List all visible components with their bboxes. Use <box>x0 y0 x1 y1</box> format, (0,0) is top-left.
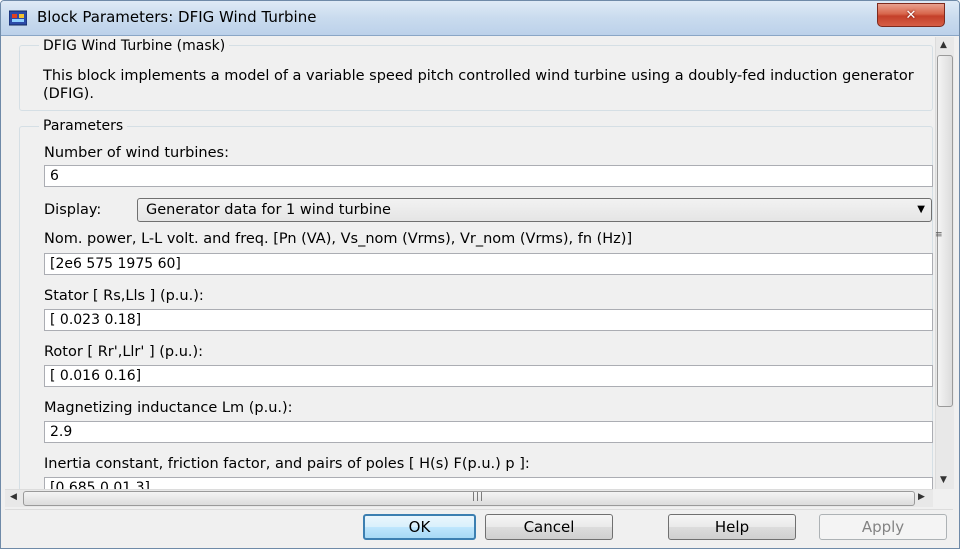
inertia-label: Inertia constant, friction factor, and p… <box>44 456 530 472</box>
grip-icon: ||| <box>472 492 485 502</box>
mask-description: This block implements a model of a varia… <box>43 68 914 102</box>
button-separator <box>5 509 953 510</box>
help-button[interactable]: Help <box>668 514 796 540</box>
display-label: Display: <box>44 202 102 218</box>
rotor-label: Rotor [ Rr',Llr' ] (p.u.): <box>44 344 204 360</box>
stator-label: Stator [ Rs,Lls ] (p.u.): <box>44 288 204 304</box>
title-bar[interactable]: Block Parameters: DFIG Wind Turbine ✕ <box>1 1 959 36</box>
simulink-block-icon <box>8 10 28 26</box>
lm-label: Magnetizing inductance Lm (p.u.): <box>44 400 293 416</box>
stator-field[interactable]: [ 0.023 0.18] <box>44 309 933 331</box>
scroll-down-icon[interactable]: ▼ <box>940 475 947 485</box>
num-turbines-label: Number of wind turbines: <box>44 145 229 161</box>
apply-button[interactable]: Apply <box>819 514 947 540</box>
nom-power-label: Nom. power, L-L volt. and freq. [Pn (VA)… <box>44 231 633 247</box>
horizontal-scrollbar[interactable]: ◀ ||| ▶ <box>5 489 933 507</box>
ok-button[interactable]: OK <box>363 514 476 540</box>
vertical-scrollbar[interactable]: ▲ ▼ <box>935 37 954 489</box>
scroll-up-icon[interactable]: ▲ <box>940 40 947 50</box>
inertia-field[interactable]: [0.685 0.01 3] <box>44 477 933 489</box>
close-icon: ✕ <box>905 7 917 23</box>
scroll-right-icon[interactable]: ▶ <box>918 492 925 502</box>
chevron-down-icon: ▼ <box>917 204 925 215</box>
scroll-left-icon[interactable]: ◀ <box>10 492 17 502</box>
cancel-button[interactable]: Cancel <box>485 514 613 540</box>
window-title: Block Parameters: DFIG Wind Turbine <box>37 8 317 26</box>
nom-power-field[interactable]: [2e6 575 1975 60] <box>44 253 933 275</box>
grip-icon: ≡ <box>935 230 943 240</box>
display-selected-value: Generator data for 1 wind turbine <box>146 202 391 218</box>
lm-field[interactable]: 2.9 <box>44 421 933 443</box>
dialog-client-area: DFIG Wind Turbine (mask) This block impl… <box>5 37 955 508</box>
block-parameters-dialog: Block Parameters: DFIG Wind Turbine ✕ DF… <box>0 0 960 549</box>
rotor-field[interactable]: [ 0.016 0.16] <box>44 365 933 387</box>
close-button[interactable]: ✕ <box>877 3 945 27</box>
parameters-scroll-area[interactable]: DFIG Wind Turbine (mask) This block impl… <box>5 37 933 489</box>
display-dropdown[interactable]: Generator data for 1 wind turbine ▼ <box>137 198 932 222</box>
parameters-group-title: Parameters <box>39 117 128 135</box>
mask-group-title: DFIG Wind Turbine (mask) <box>39 37 230 55</box>
num-turbines-field[interactable]: 6 <box>44 165 933 187</box>
horizontal-scroll-thumb[interactable]: ||| <box>23 491 915 506</box>
